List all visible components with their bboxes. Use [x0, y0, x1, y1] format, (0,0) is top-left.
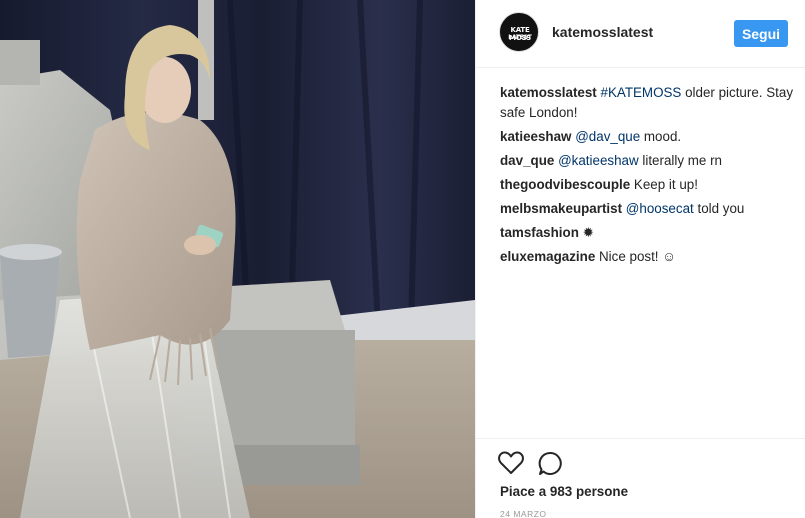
caption-hashtag[interactable]: #KATEMOSS — [601, 85, 682, 100]
caption: katemosslatest #KATEMOSS older picture. … — [500, 83, 796, 123]
comment-item: thegoodvibescouple Keep it up! — [500, 175, 796, 195]
comment-text: literally me rn — [638, 153, 722, 168]
comment-mention[interactable]: @dav_que — [575, 129, 640, 144]
comment-item: katieeshaw @dav_que mood. — [500, 127, 796, 147]
avatar[interactable]: KATE MOSS LATEST — [499, 12, 539, 52]
caption-username[interactable]: katemosslatest — [500, 85, 597, 100]
post-header: KATE MOSS LATEST katemosslatest Segui — [476, 0, 805, 68]
likes-count[interactable]: Piace a 983 persone — [500, 484, 628, 499]
comment-mention[interactable]: @hoosecat — [626, 201, 694, 216]
comments-list: katemosslatest #KATEMOSS older picture. … — [500, 83, 796, 271]
heart-icon[interactable] — [498, 451, 526, 477]
comment-username[interactable]: katieeshaw — [500, 129, 571, 144]
comment-text: mood. — [640, 129, 682, 144]
post-date[interactable]: 24 MARZO — [500, 509, 547, 518]
comment-username[interactable]: thegoodvibescouple — [500, 177, 630, 192]
comment-item: melbsmakeupartist @hoosecat told you — [500, 199, 796, 219]
comment-username[interactable]: dav_que — [500, 153, 554, 168]
comment-item: eluxemagazine Nice post! ☺ — [500, 247, 796, 267]
comment-username[interactable]: melbsmakeupartist — [500, 201, 622, 216]
comment-icon[interactable] — [538, 451, 566, 477]
avatar-text-line2: LATEST — [508, 34, 532, 41]
comment-username[interactable]: tamsfashion — [500, 225, 579, 240]
comment-text: Keep it up! — [630, 177, 698, 192]
header-username-link[interactable]: katemosslatest — [552, 24, 653, 40]
post-actions: Piace a 983 persone 24 MARZO — [476, 438, 805, 518]
post-image — [0, 0, 475, 518]
comment-mention[interactable]: @katieeshaw — [558, 153, 639, 168]
comment-text: ✹ — [578, 225, 594, 240]
comment-username[interactable]: eluxemagazine — [500, 249, 595, 264]
post-panel: KATE MOSS LATEST katemosslatest Segui ka… — [475, 0, 805, 518]
comment-text: Nice post! ☺ — [595, 249, 676, 264]
comment-item: dav_que @katieeshaw literally me rn — [500, 151, 796, 171]
follow-button[interactable]: Segui — [734, 20, 788, 47]
comment-item: tamsfashion ✹ — [500, 223, 796, 243]
comment-text: told you — [693, 201, 745, 216]
post-photo[interactable] — [0, 0, 475, 518]
